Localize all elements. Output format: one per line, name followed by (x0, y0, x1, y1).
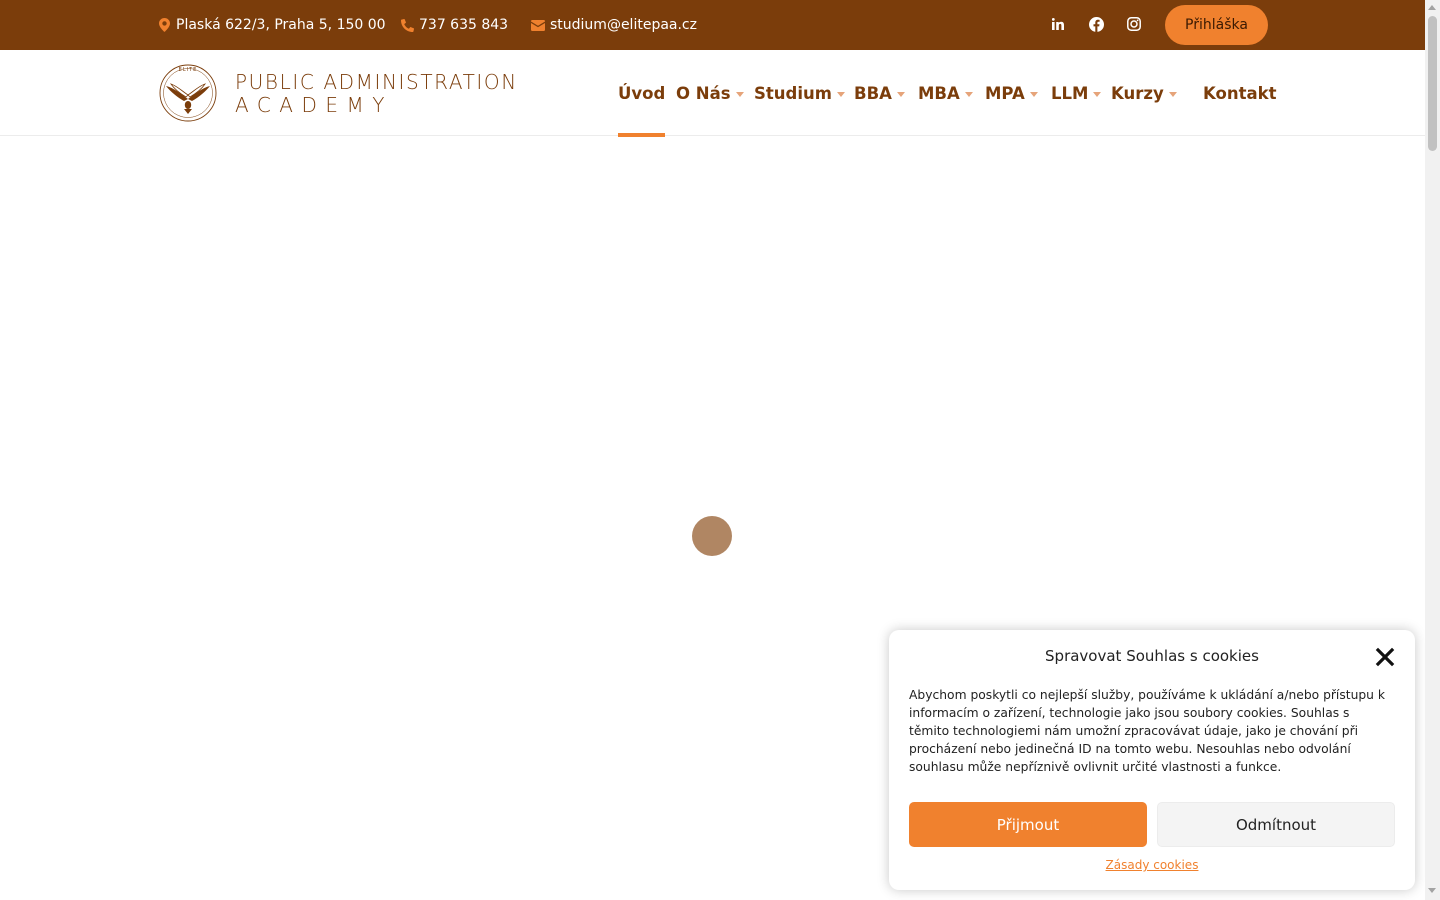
nav-item-mpa[interactable]: MPA (985, 50, 1038, 136)
nav-label: LLM (1051, 83, 1089, 103)
nav-item-o-nas[interactable]: O Nás (676, 50, 744, 136)
top-bar: Plaská 622/3, Praha 5, 150 00 737 635 84… (0, 0, 1425, 50)
caret-down-icon (1029, 91, 1038, 97)
caret-down-icon (735, 91, 744, 97)
nav-label: BBA (854, 83, 892, 103)
caret-down-icon (1168, 91, 1177, 97)
nav-label: O Nás (676, 83, 731, 103)
eagle-emblem-icon: ELITE (159, 64, 217, 122)
nav-label: Kontakt (1203, 83, 1277, 103)
nav-label: Studium (754, 83, 832, 103)
email-info[interactable]: studium@elitepaa.cz (531, 0, 697, 50)
logo-text: PUBLIC ADMINISTRATION ACADEMY (235, 72, 518, 115)
phone-icon (400, 18, 414, 32)
logo-line-2: ACADEMY (235, 92, 393, 117)
caret-down-icon (964, 91, 973, 97)
cookie-dialog-text: Abychom poskytli co nejlepší služby, pou… (909, 688, 1385, 774)
accept-cookies-button[interactable]: Přijmout (909, 802, 1147, 847)
nav-item-kurzy[interactable]: Kurzy (1111, 50, 1177, 136)
linkedin-icon[interactable] (1048, 14, 1068, 34)
facebook-icon[interactable] (1086, 14, 1106, 34)
scroll-up-arrow-icon[interactable] (1428, 5, 1436, 10)
caret-down-icon (1093, 91, 1102, 97)
cookie-policy-link[interactable]: Zásady cookies (889, 858, 1415, 872)
nav-label: Kurzy (1111, 83, 1164, 103)
close-icon[interactable] (1375, 647, 1395, 667)
deny-cookies-button[interactable]: Odmítnout (1157, 802, 1395, 847)
apply-button[interactable]: Přihláška (1165, 5, 1268, 45)
nav-item-studium[interactable]: Studium (754, 50, 845, 136)
loading-spinner (692, 516, 732, 556)
nav-label: MPA (985, 83, 1025, 103)
nav-item-bba[interactable]: BBA (854, 50, 905, 136)
phone-text: 737 635 843 (419, 17, 509, 33)
cookie-dialog-title: Spravovat Souhlas s cookies (1045, 647, 1259, 665)
nav-item-llm[interactable]: LLM (1051, 50, 1102, 136)
logo-line-1: PUBLIC ADMINISTRATION (235, 69, 518, 94)
scroll-down-arrow-icon[interactable] (1428, 888, 1436, 893)
main-header: ELITE PUBLIC ADMINISTRATION ACADEMY Úvod… (0, 50, 1425, 137)
caret-down-icon (836, 91, 845, 97)
nav-item-uvod[interactable]: Úvod (618, 50, 666, 137)
nav-item-mba[interactable]: MBA (918, 50, 973, 136)
envelope-icon (531, 18, 545, 32)
nav-label: Úvod (618, 83, 666, 103)
nav-label: MBA (918, 83, 960, 103)
email-text: studium@elitepaa.cz (550, 17, 697, 33)
scrollbar-thumb[interactable] (1428, 16, 1437, 151)
map-marker-icon (157, 18, 171, 32)
emblem-top-text: ELITE (179, 67, 198, 73)
nav-item-kontakt[interactable]: Kontakt (1203, 50, 1276, 136)
site-logo[interactable]: ELITE PUBLIC ADMINISTRATION ACADEMY (157, 61, 522, 125)
instagram-icon[interactable] (1124, 14, 1144, 34)
cookie-consent-dialog: Spravovat Souhlas s cookies Abychom posk… (889, 630, 1415, 890)
address-info: Plaská 622/3, Praha 5, 150 00 (157, 0, 386, 50)
page-scrollbar[interactable] (1425, 0, 1440, 900)
address-text: Plaská 622/3, Praha 5, 150 00 (176, 17, 386, 33)
caret-down-icon (896, 91, 905, 97)
phone-info[interactable]: 737 635 843 (400, 0, 508, 50)
